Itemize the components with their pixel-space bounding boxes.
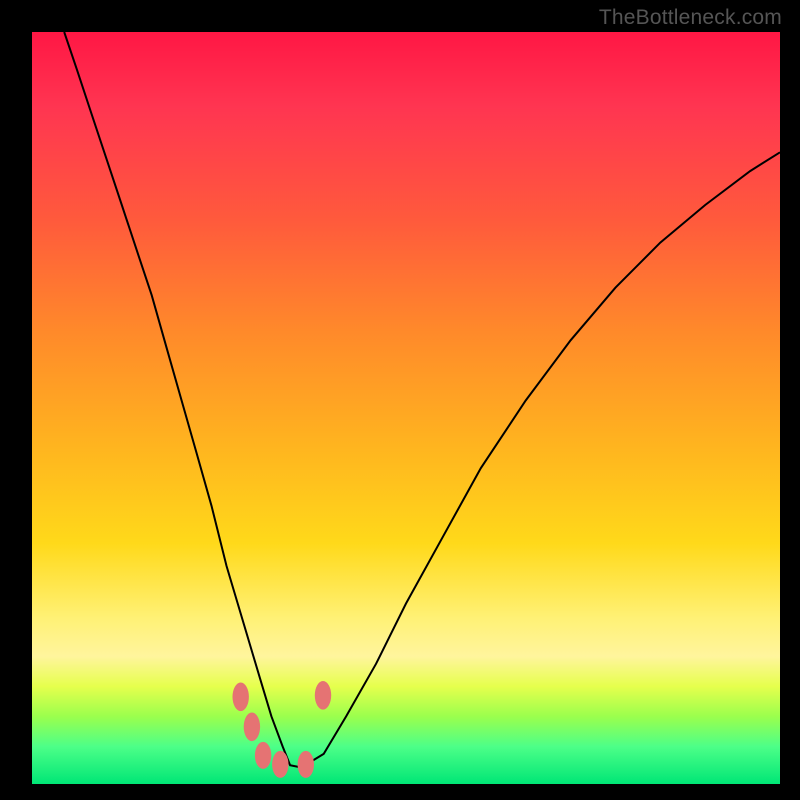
watermark-text: TheBottleneck.com [599, 6, 782, 30]
plot-area [32, 32, 780, 784]
